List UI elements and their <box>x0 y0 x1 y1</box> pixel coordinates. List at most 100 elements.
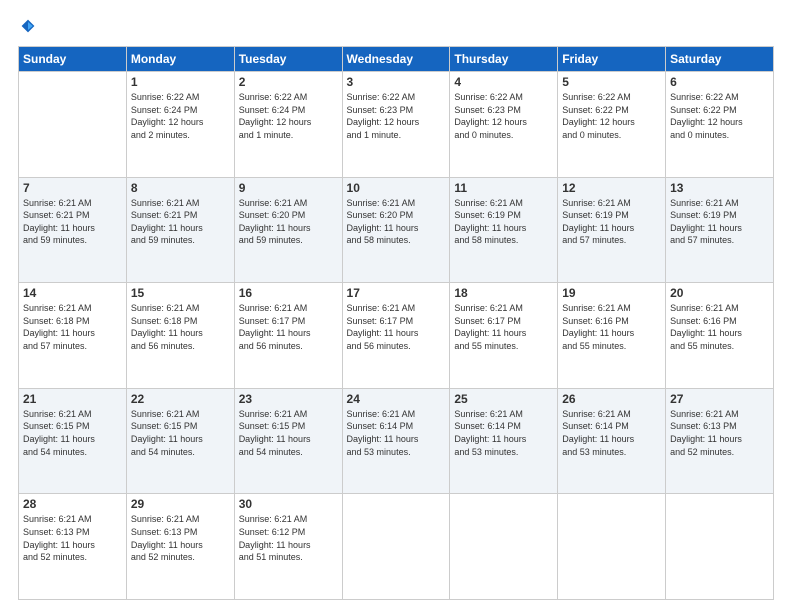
page: SundayMondayTuesdayWednesdayThursdayFrid… <box>0 0 792 612</box>
day-info: Sunrise: 6:22 AMSunset: 6:22 PMDaylight:… <box>562 91 661 141</box>
day-info: Sunrise: 6:21 AMSunset: 6:20 PMDaylight:… <box>347 197 446 247</box>
day-number: 1 <box>131 75 230 89</box>
calendar-cell: 26 Sunrise: 6:21 AMSunset: 6:14 PMDayligh… <box>558 388 666 494</box>
calendar-cell: 5 Sunrise: 6:22 AMSunset: 6:22 PMDaylight… <box>558 72 666 178</box>
day-number: 11 <box>454 181 553 195</box>
week-row-5: 28Sunrise: 6:21 AMSunset: 6:13 PMDayligh… <box>19 494 774 600</box>
logo <box>18 18 36 36</box>
day-number: 15 <box>131 286 230 300</box>
day-info: Sunrise: 6:21 AMSunset: 6:16 PMDaylight:… <box>562 302 661 352</box>
day-info: Sunrise: 6:22 AMSunset: 6:22 PMDaylight:… <box>670 91 769 141</box>
calendar-table: SundayMondayTuesdayWednesdayThursdayFrid… <box>18 46 774 600</box>
day-info: Sunrise: 6:21 AMSunset: 6:13 PMDaylight:… <box>23 513 122 563</box>
weekday-header-sunday: Sunday <box>19 47 127 72</box>
day-info: Sunrise: 6:21 AMSunset: 6:15 PMDaylight:… <box>23 408 122 458</box>
weekday-header-saturday: Saturday <box>666 47 774 72</box>
weekday-header-row: SundayMondayTuesdayWednesdayThursdayFrid… <box>19 47 774 72</box>
day-number: 10 <box>347 181 446 195</box>
calendar-cell: 2Sunrise: 6:22 AMSunset: 6:24 PMDaylight… <box>234 72 342 178</box>
week-row-1: 1 Sunrise: 6:22 AMSunset: 6:24 PMDaylight… <box>19 72 774 178</box>
day-number: 5 <box>562 75 661 89</box>
day-number: 19 <box>562 286 661 300</box>
calendar-cell: 19 Sunrise: 6:21 AMSunset: 6:16 PMDayligh… <box>558 283 666 389</box>
day-info: Sunrise: 6:21 AMSunset: 6:14 PMDaylight:… <box>562 408 661 458</box>
calendar-cell: 17 Sunrise: 6:21 AMSunset: 6:17 PMDayligh… <box>342 283 450 389</box>
calendar-cell: 12 Sunrise: 6:21 AMSunset: 6:19 PMDayligh… <box>558 177 666 283</box>
calendar-cell: 16 Sunrise: 6:21 AMSunset: 6:17 PMDayligh… <box>234 283 342 389</box>
logo-icon <box>20 18 36 34</box>
day-info: Sunrise: 6:21 AMSunset: 6:17 PMDaylight:… <box>347 302 446 352</box>
weekday-header-thursday: Thursday <box>450 47 558 72</box>
day-number: 6 <box>670 75 769 89</box>
calendar-cell: 24 Sunrise: 6:21 AMSunset: 6:14 PMDayligh… <box>342 388 450 494</box>
calendar-cell: 20Sunrise: 6:21 AMSunset: 6:16 PMDayligh… <box>666 283 774 389</box>
day-number: 26 <box>562 392 661 406</box>
day-info: Sunrise: 6:21 AMSunset: 6:17 PMDaylight:… <box>454 302 553 352</box>
day-number: 12 <box>562 181 661 195</box>
day-info: Sunrise: 6:21 AMSunset: 6:18 PMDaylight:… <box>131 302 230 352</box>
day-info: Sunrise: 6:21 AMSunset: 6:15 PMDaylight:… <box>239 408 338 458</box>
calendar-cell: 18 Sunrise: 6:21 AMSunset: 6:17 PMDayligh… <box>450 283 558 389</box>
day-info: Sunrise: 6:22 AMSunset: 6:24 PMDaylight:… <box>131 91 230 141</box>
day-number: 23 <box>239 392 338 406</box>
day-info: Sunrise: 6:21 AMSunset: 6:19 PMDaylight:… <box>454 197 553 247</box>
day-info: Sunrise: 6:21 AMSunset: 6:14 PMDaylight:… <box>347 408 446 458</box>
day-number: 7 <box>23 181 122 195</box>
calendar-cell: 4 Sunrise: 6:22 AMSunset: 6:23 PMDaylight… <box>450 72 558 178</box>
day-info: Sunrise: 6:21 AMSunset: 6:12 PMDaylight:… <box>239 513 338 563</box>
calendar-cell <box>558 494 666 600</box>
calendar-cell: 23 Sunrise: 6:21 AMSunset: 6:15 PMDayligh… <box>234 388 342 494</box>
day-number: 27 <box>670 392 769 406</box>
day-number: 16 <box>239 286 338 300</box>
calendar-cell: 15 Sunrise: 6:21 AMSunset: 6:18 PMDayligh… <box>126 283 234 389</box>
day-number: 25 <box>454 392 553 406</box>
day-number: 9 <box>239 181 338 195</box>
calendar-cell: 21Sunrise: 6:21 AMSunset: 6:15 PMDayligh… <box>19 388 127 494</box>
day-number: 24 <box>347 392 446 406</box>
day-number: 22 <box>131 392 230 406</box>
day-info: Sunrise: 6:21 AMSunset: 6:21 PMDaylight:… <box>131 197 230 247</box>
day-info: Sunrise: 6:22 AMSunset: 6:23 PMDaylight:… <box>454 91 553 141</box>
day-number: 8 <box>131 181 230 195</box>
calendar-cell <box>19 72 127 178</box>
day-info: Sunrise: 6:21 AMSunset: 6:13 PMDaylight:… <box>131 513 230 563</box>
header <box>18 18 774 36</box>
weekday-header-tuesday: Tuesday <box>234 47 342 72</box>
calendar-cell: 30 Sunrise: 6:21 AMSunset: 6:12 PMDayligh… <box>234 494 342 600</box>
day-info: Sunrise: 6:21 AMSunset: 6:18 PMDaylight:… <box>23 302 122 352</box>
calendar-cell: 1 Sunrise: 6:22 AMSunset: 6:24 PMDaylight… <box>126 72 234 178</box>
weekday-header-monday: Monday <box>126 47 234 72</box>
day-info: Sunrise: 6:21 AMSunset: 6:14 PMDaylight:… <box>454 408 553 458</box>
day-info: Sunrise: 6:21 AMSunset: 6:19 PMDaylight:… <box>670 197 769 247</box>
day-number: 29 <box>131 497 230 511</box>
day-info: Sunrise: 6:21 AMSunset: 6:17 PMDaylight:… <box>239 302 338 352</box>
calendar-cell: 14 Sunrise: 6:21 AMSunset: 6:18 PMDayligh… <box>19 283 127 389</box>
day-number: 18 <box>454 286 553 300</box>
day-number: 4 <box>454 75 553 89</box>
day-number: 17 <box>347 286 446 300</box>
calendar-cell: 10 Sunrise: 6:21 AMSunset: 6:20 PMDayligh… <box>342 177 450 283</box>
day-number: 20 <box>670 286 769 300</box>
day-info: Sunrise: 6:21 AMSunset: 6:20 PMDaylight:… <box>239 197 338 247</box>
calendar-cell: 27Sunrise: 6:21 AMSunset: 6:13 PMDayligh… <box>666 388 774 494</box>
calendar-cell: 22Sunrise: 6:21 AMSunset: 6:15 PMDayligh… <box>126 388 234 494</box>
calendar-cell: 13Sunrise: 6:21 AMSunset: 6:19 PMDayligh… <box>666 177 774 283</box>
day-info: Sunrise: 6:22 AMSunset: 6:24 PMDaylight:… <box>239 91 338 141</box>
calendar-cell: 9 Sunrise: 6:21 AMSunset: 6:20 PMDaylight… <box>234 177 342 283</box>
calendar-cell: 11 Sunrise: 6:21 AMSunset: 6:19 PMDayligh… <box>450 177 558 283</box>
week-row-3: 14 Sunrise: 6:21 AMSunset: 6:18 PMDayligh… <box>19 283 774 389</box>
week-row-2: 7 Sunrise: 6:21 AMSunset: 6:21 PMDaylight… <box>19 177 774 283</box>
calendar-cell: 29 Sunrise: 6:21 AMSunset: 6:13 PMDayligh… <box>126 494 234 600</box>
calendar-cell: 3 Sunrise: 6:22 AMSunset: 6:23 PMDaylight… <box>342 72 450 178</box>
weekday-header-wednesday: Wednesday <box>342 47 450 72</box>
calendar-cell <box>666 494 774 600</box>
day-number: 30 <box>239 497 338 511</box>
day-info: Sunrise: 6:21 AMSunset: 6:19 PMDaylight:… <box>562 197 661 247</box>
day-number: 3 <box>347 75 446 89</box>
calendar-cell: 6 Sunrise: 6:22 AMSunset: 6:22 PMDaylight… <box>666 72 774 178</box>
calendar-cell: 28Sunrise: 6:21 AMSunset: 6:13 PMDayligh… <box>19 494 127 600</box>
calendar-cell: 7Sunrise: 6:21 AMSunset: 6:21 PMDaylight… <box>19 177 127 283</box>
day-info: Sunrise: 6:22 AMSunset: 6:23 PMDaylight:… <box>347 91 446 141</box>
week-row-4: 21Sunrise: 6:21 AMSunset: 6:15 PMDayligh… <box>19 388 774 494</box>
day-number: 14 <box>23 286 122 300</box>
